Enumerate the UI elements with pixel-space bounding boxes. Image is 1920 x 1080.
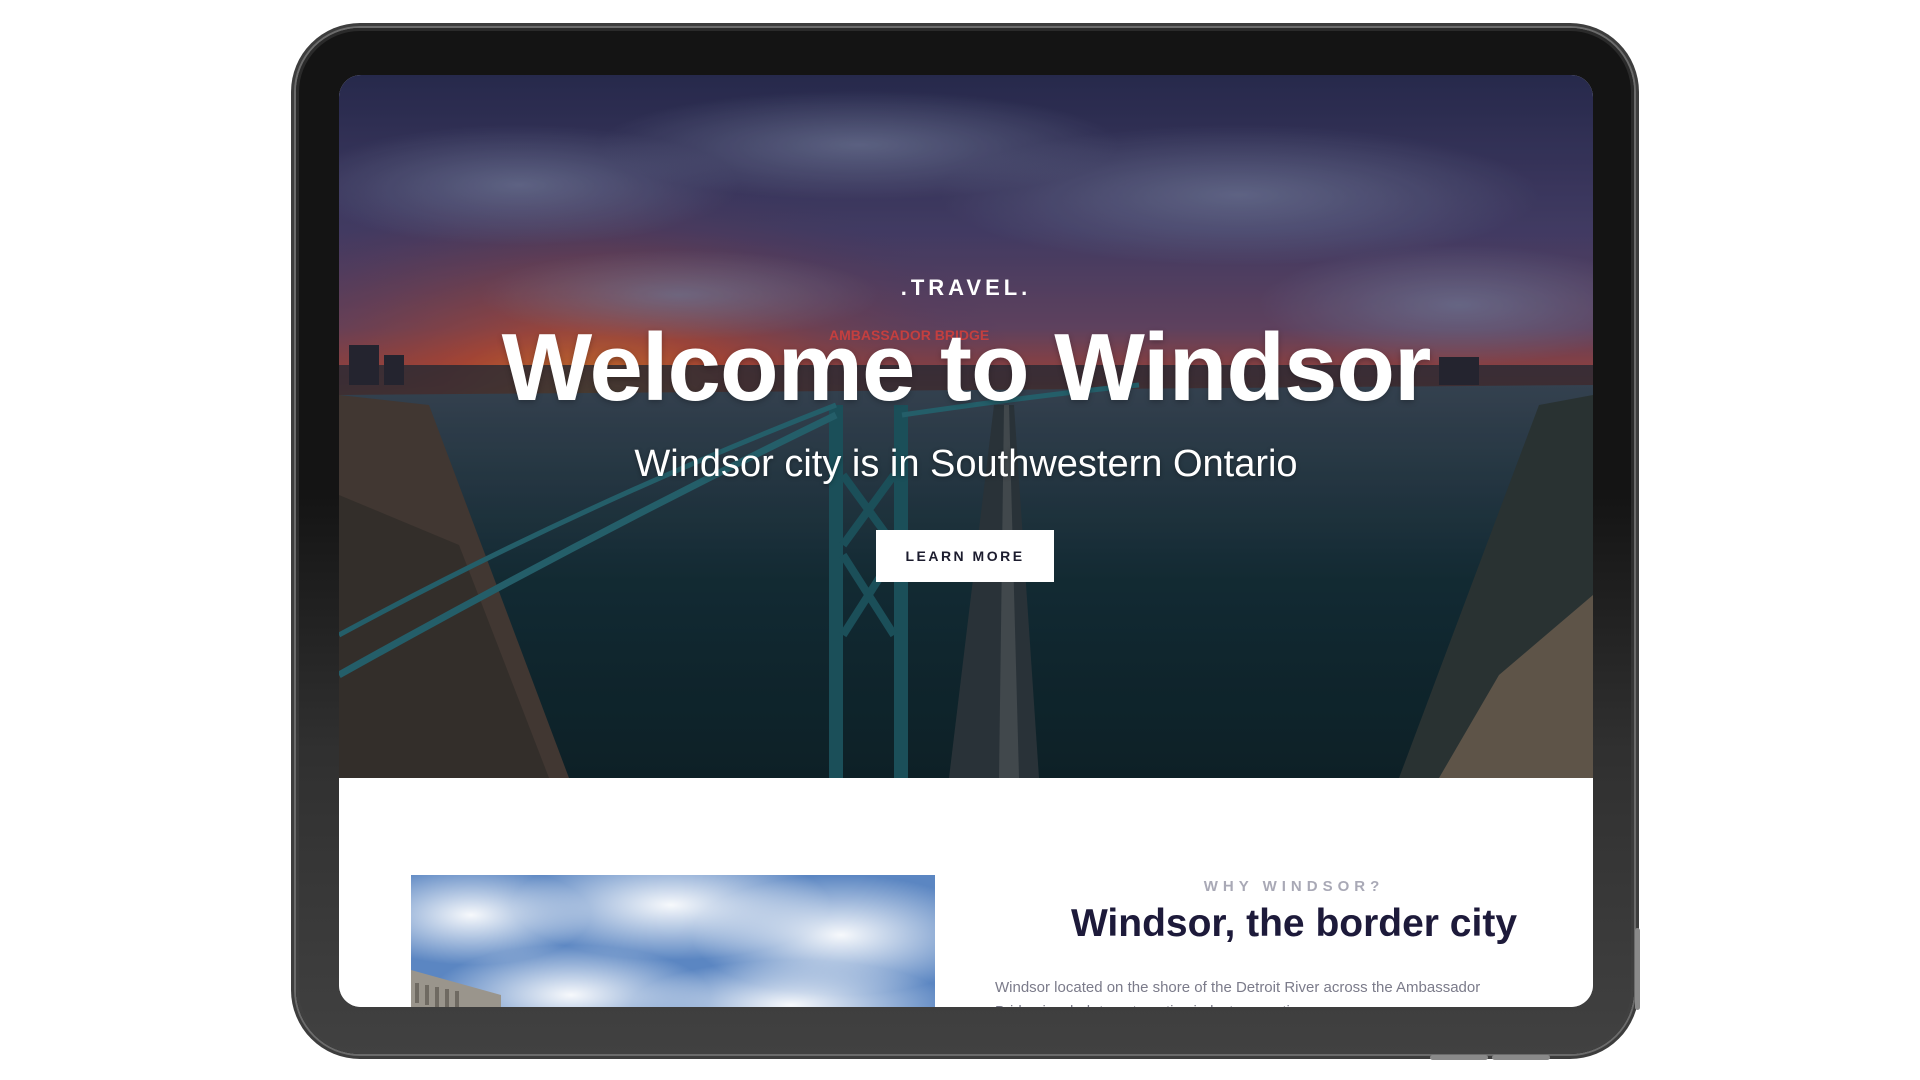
bottom-button-right <box>1492 1055 1550 1060</box>
side-button <box>1635 928 1640 1010</box>
why-eyebrow: WHY WINDSOR? <box>1203 878 1385 895</box>
hero-section: AMBASSADOR BRIDGE .TRAVEL. Welcome to Wi… <box>339 75 1593 778</box>
page: AMBASSADOR BRIDGE .TRAVEL. Welcome to Wi… <box>0 0 1920 1080</box>
building-clouds-image <box>411 875 935 1007</box>
bottom-button-left <box>1430 1055 1488 1060</box>
why-body-text: Windsor located on the shore of the Detr… <box>995 979 1481 1007</box>
learn-more-button[interactable]: LEARN MORE <box>876 530 1054 582</box>
hero-title: Welcome to Windsor <box>501 314 1432 421</box>
hero-eyebrow: .TRAVEL. <box>900 275 1032 300</box>
why-windsor-section: WHY WINDSOR? Windsor, the border city Wi… <box>339 778 1593 1007</box>
why-title: Windsor, the border city <box>1070 902 1518 945</box>
tablet-device: AMBASSADOR BRIDGE .TRAVEL. Welcome to Wi… <box>296 28 1640 1060</box>
hero-subtitle: Windsor city is in Southwestern Ontario <box>634 443 1298 485</box>
tablet-screen: AMBASSADOR BRIDGE .TRAVEL. Welcome to Wi… <box>339 75 1593 1007</box>
hero-content: .TRAVEL. Welcome to Windsor Windsor city… <box>339 75 1593 778</box>
